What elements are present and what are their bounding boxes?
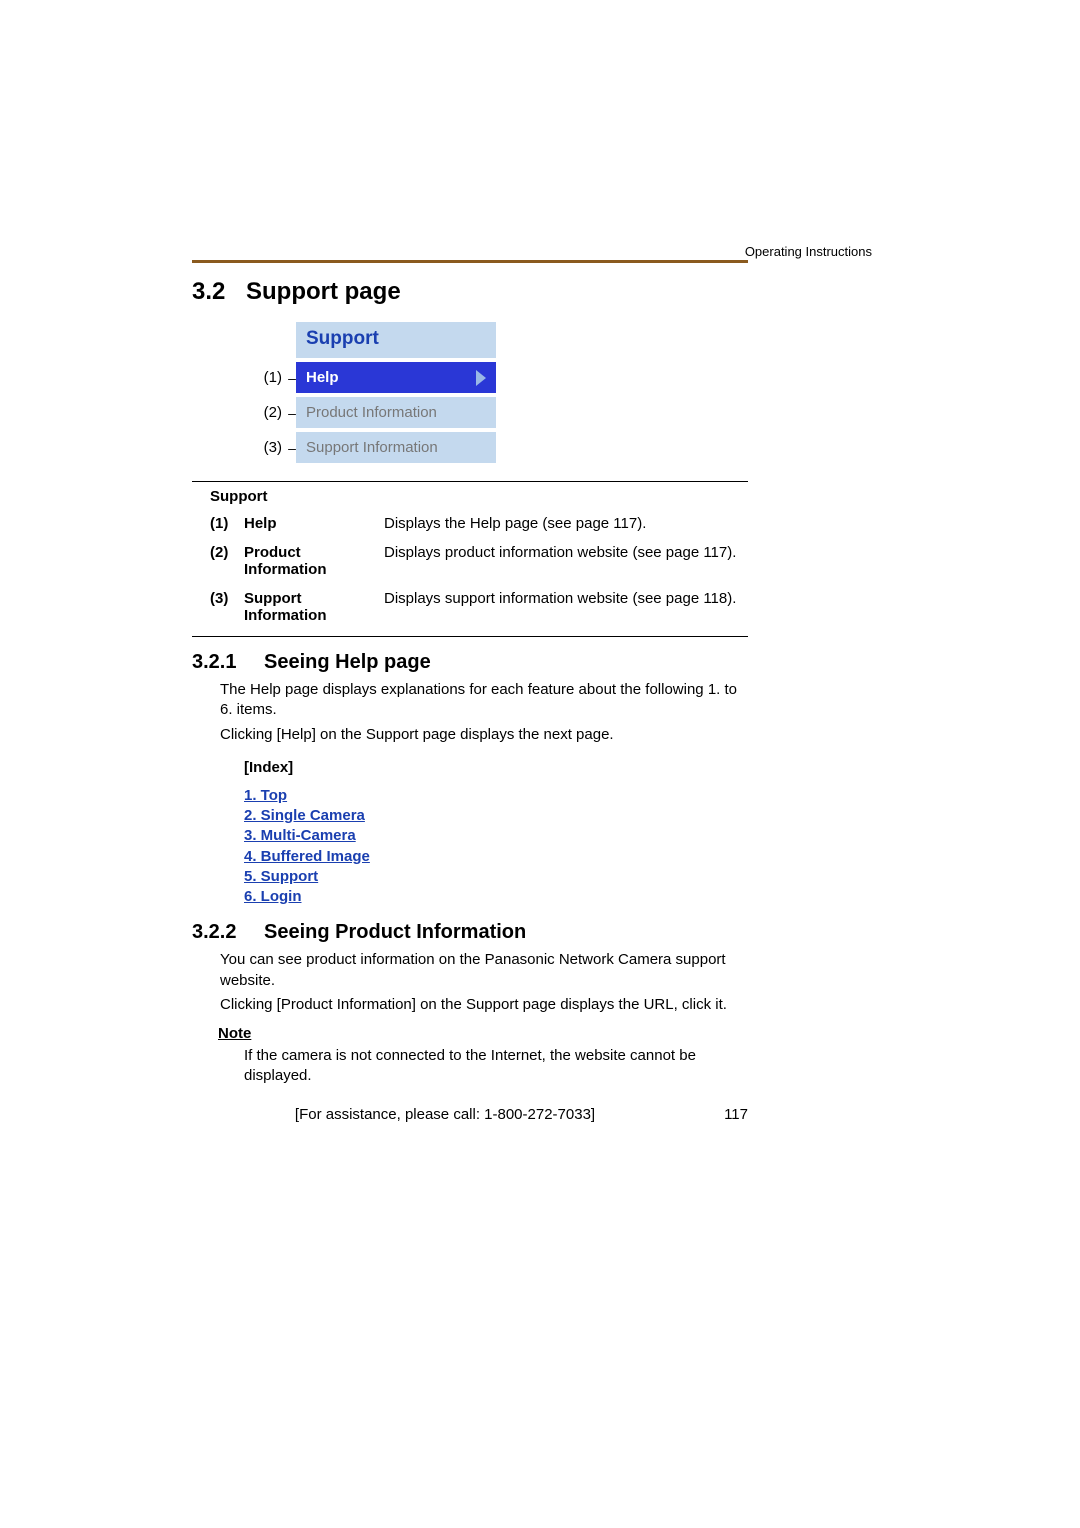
running-header: Operating Instructions — [745, 244, 872, 259]
definition-description: Displays product information website (se… — [384, 544, 748, 578]
body-paragraph: The Help page displays explanations for … — [220, 680, 748, 721]
index-link-top[interactable]: 1. Top — [244, 786, 424, 806]
help-index-figure: [Index] 1. Top 2. Single Camera 3. Multi… — [244, 759, 424, 908]
menu-item-label: Support Information — [306, 439, 438, 456]
page-number: 117 — [698, 1106, 748, 1123]
separator — [192, 636, 748, 637]
menu-item-help[interactable]: Help — [296, 362, 496, 393]
menu-item-support-information[interactable]: Support Information — [296, 432, 496, 463]
definition-description: Displays support information website (se… — [384, 590, 748, 624]
note-heading: Note — [218, 1025, 748, 1042]
leader-dash: – — [288, 405, 296, 421]
subsection-title: Seeing Product Information — [264, 921, 526, 943]
definition-number: (2) — [192, 544, 244, 578]
menu-item-label: Product Information — [306, 404, 437, 421]
menu-item-label: Help — [306, 369, 339, 386]
body-paragraph: Clicking [Help] on the Support page disp… — [220, 725, 748, 745]
index-link-single-camera[interactable]: 2. Single Camera — [244, 806, 424, 826]
definition-row: (1) Help Displays the Help page (see pag… — [192, 515, 748, 532]
menu-item-product-information[interactable]: Product Information — [296, 397, 496, 428]
separator — [192, 481, 748, 482]
definition-number: (3) — [192, 590, 244, 624]
definitions-heading: Support — [210, 488, 748, 505]
definition-row: (2) Product Information Displays product… — [192, 544, 748, 578]
index-link-login[interactable]: 6. Login — [244, 887, 424, 907]
subsection-title: Seeing Help page — [264, 651, 431, 673]
index-link-support[interactable]: 5. Support — [244, 867, 424, 887]
definition-term: Support Information — [244, 590, 384, 624]
subsection-number: 3.2.2 — [192, 921, 264, 944]
section-heading: 3.2Support page — [192, 278, 748, 306]
subsection-number: 3.2.1 — [192, 651, 264, 674]
definition-description: Displays the Help page (see page 117). — [384, 515, 748, 532]
menu-marker-2: (2) — [242, 404, 288, 421]
menu-title: Support — [296, 322, 496, 358]
index-link-buffered-image[interactable]: 4. Buffered Image — [244, 847, 424, 867]
menu-marker-3: (3) — [242, 439, 288, 456]
footer-assistance: [For assistance, please call: 1-800-272-… — [192, 1106, 698, 1123]
leader-dash: – — [288, 440, 296, 456]
body-paragraph: Clicking [Product Information] on the Su… — [220, 995, 748, 1015]
leader-dash: – — [288, 370, 296, 386]
header-rule — [192, 260, 748, 263]
support-menu-figure: Support (1) – Help (2) – Product Informa… — [242, 322, 748, 463]
menu-marker-1: (1) — [242, 369, 288, 386]
definition-row: (3) Support Information Displays support… — [192, 590, 748, 624]
index-title: [Index] — [244, 759, 424, 776]
section-number: 3.2 — [192, 278, 246, 306]
index-link-multi-camera[interactable]: 3. Multi-Camera — [244, 826, 424, 846]
body-paragraph: You can see product information on the P… — [220, 950, 748, 991]
definition-number: (1) — [192, 515, 244, 532]
section-title: Support page — [246, 278, 401, 305]
definition-term: Product Information — [244, 544, 384, 578]
subsection-heading: 3.2.2Seeing Product Information — [192, 921, 748, 944]
chevron-right-icon — [476, 370, 486, 386]
page-footer: [For assistance, please call: 1-800-272-… — [192, 1106, 748, 1123]
note-body: If the camera is not connected to the In… — [244, 1046, 748, 1087]
subsection-heading: 3.2.1Seeing Help page — [192, 651, 748, 674]
definition-term: Help — [244, 515, 384, 532]
